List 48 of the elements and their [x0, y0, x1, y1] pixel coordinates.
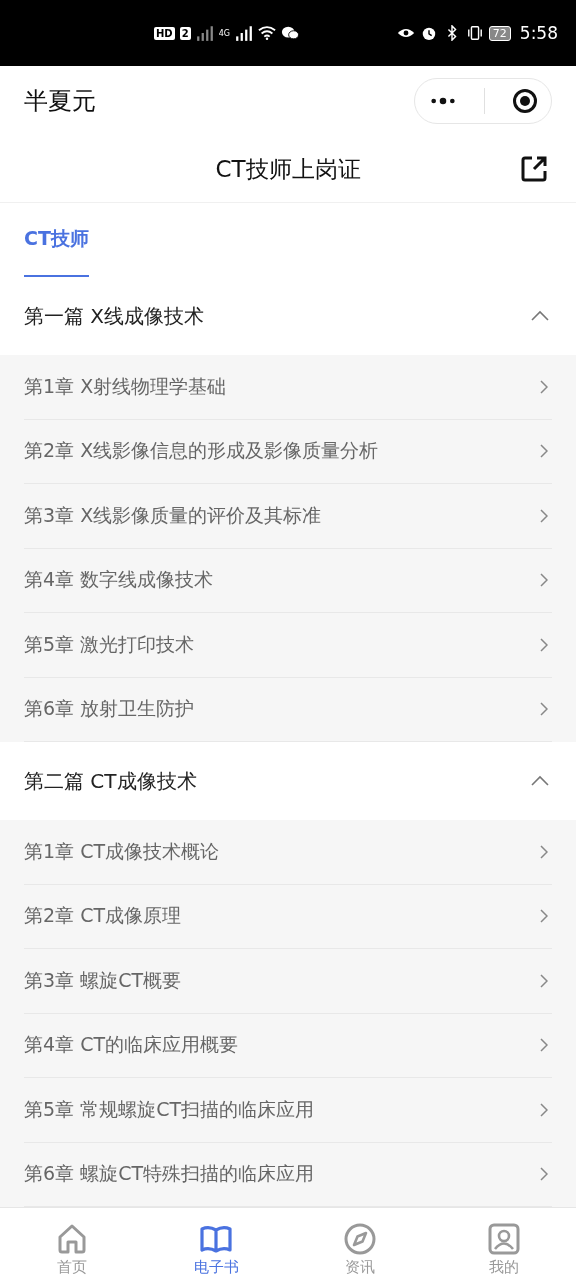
- chapter-item[interactable]: 第1章 X射线物理学基础: [24, 355, 552, 420]
- chevron-icon: [540, 379, 548, 394]
- part-title: 第一篇 X线成像技术: [24, 302, 205, 330]
- chapter-item[interactable]: 第2章 CT成像原理: [24, 884, 552, 949]
- chat-icon: [280, 25, 299, 41]
- chevron-icon: [540, 573, 548, 588]
- signal-icon: [234, 25, 253, 41]
- chevron-icon: [540, 1102, 548, 1117]
- chapter-item[interactable]: 第5章 激光打印技术: [24, 613, 552, 678]
- chapter-item[interactable]: 第4章 CT的临床应用概要: [24, 1013, 552, 1078]
- chevron-icon: [540, 973, 548, 988]
- clock: 5:58: [519, 23, 558, 43]
- chevron-icon: [540, 702, 548, 717]
- vibrate-icon: [465, 25, 484, 41]
- nav-item[interactable]: 首页: [0, 1208, 144, 1280]
- chevron-icon: [540, 844, 548, 859]
- profile-icon: [487, 1221, 521, 1256]
- chevron-icon: [540, 1038, 548, 1053]
- tab[interactable]: CT技师: [24, 203, 89, 277]
- nav-item[interactable]: 我的: [432, 1208, 576, 1280]
- wifi-icon: [257, 25, 276, 41]
- chapter-item[interactable]: 第4章 数字线成像技术: [24, 548, 552, 613]
- app-title: 半夏元: [24, 86, 96, 117]
- chevron-icon: [540, 909, 548, 924]
- chapter-item[interactable]: 第1章 CT成像技术概论: [24, 820, 552, 885]
- chevron-icon: [540, 444, 548, 459]
- network-label: 4G: [218, 28, 230, 38]
- compass-icon: [343, 1221, 377, 1256]
- chapter-item[interactable]: 第2章 X线影像信息的形成及影像质量分析: [24, 419, 552, 484]
- chevron-icon: [540, 508, 548, 523]
- more-icon[interactable]: [428, 96, 457, 106]
- part-header[interactable]: 第一篇 X线成像技术: [0, 277, 576, 355]
- battery-indicator: 72: [488, 25, 511, 41]
- part-header[interactable]: 第二篇 CT成像技术: [0, 742, 576, 820]
- signal-icon: [195, 25, 214, 41]
- sim-indicator: 2: [179, 26, 191, 40]
- page-title: CT技师上岗证: [215, 154, 361, 184]
- nav-item[interactable]: 资讯: [288, 1208, 432, 1280]
- nav-item[interactable]: 电子书: [144, 1208, 288, 1280]
- share-icon[interactable]: [520, 155, 548, 183]
- hd-indicator: HD: [154, 26, 175, 40]
- chapter-item[interactable]: 第3章 螺旋CT概要: [24, 949, 552, 1014]
- chevron-icon: [540, 637, 548, 652]
- chapter-item[interactable]: 第3章 X线影像质量的评价及其标准: [24, 484, 552, 549]
- chapter-item[interactable]: 第6章 放射卫生防护: [24, 677, 552, 742]
- chapter-item[interactable]: 第5章 常规螺旋CT扫描的临床应用: [24, 1078, 552, 1143]
- part-title: 第二篇 CT成像技术: [24, 767, 197, 795]
- chevron-icon: [540, 1167, 548, 1182]
